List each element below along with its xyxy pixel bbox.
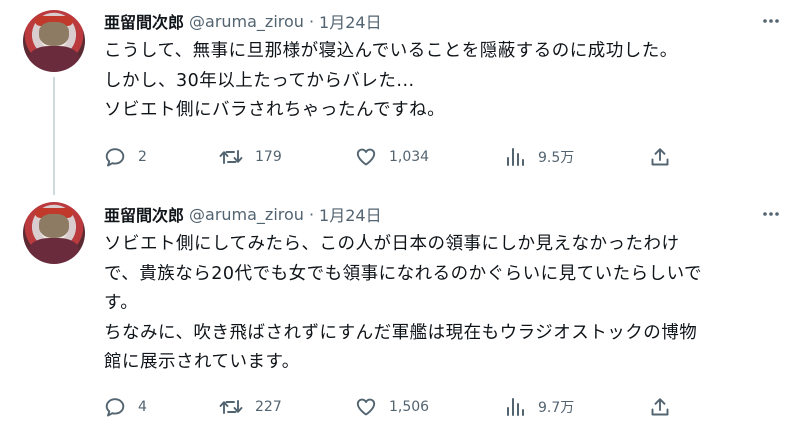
separator-dot: · (308, 11, 315, 31)
views-button[interactable]: 9.7万 (504, 396, 574, 418)
retweet-icon (219, 150, 243, 164)
tweet-actions: 2 179 1,034 9.5万 (104, 146, 704, 168)
avatar[interactable] (23, 10, 85, 72)
display-name[interactable]: 亜留間次郎 (104, 9, 184, 33)
retweet-icon (219, 400, 243, 414)
display-name[interactable]: 亜留間次郎 (104, 202, 184, 226)
user-handle[interactable]: @aruma_zirou (189, 205, 304, 224)
like-count: 1,506 (389, 399, 430, 415)
avatar-face-shape (39, 22, 69, 46)
more-options-button[interactable] (758, 204, 784, 224)
retweet-button[interactable]: 179 (219, 146, 282, 168)
user-handle[interactable]: @aruma_zirou (189, 12, 304, 31)
reply-button[interactable]: 4 (104, 396, 147, 418)
views-count: 9.5万 (538, 150, 575, 166)
reply-count: 4 (138, 399, 147, 415)
retweet-button[interactable]: 227 (219, 396, 282, 418)
separator-dot: · (308, 204, 315, 224)
views-button[interactable]: 9.5万 (504, 146, 574, 168)
avatar-face-shape (39, 214, 69, 238)
tweet-header: 亜留間次郎 @aruma_zirou · 1月24日 (104, 202, 382, 226)
reply-button[interactable]: 2 (104, 146, 147, 168)
share-button[interactable] (649, 396, 671, 418)
tweet-text: ソビエト側にしてみたら、この人が日本の領事にしか見えなかったわけ で、貴族なら2… (104, 234, 703, 372)
tweet-actions: 4 227 1,506 9.7万 (104, 396, 704, 418)
share-button[interactable] (649, 146, 671, 168)
avatar[interactable] (23, 202, 85, 264)
tweet-date[interactable]: 1月24日 (319, 202, 382, 226)
tweet-date[interactable]: 1月24日 (319, 9, 382, 33)
tweet-text: こうして、無事に旦那様が寝込んでいることを隠蔽するのに成功した。 しかし、30年… (104, 41, 678, 120)
avatar-suit-shape (29, 238, 79, 264)
tweet-1[interactable]: 亜留間次郎 @aruma_zirou · 1月24日 こうして、無事に旦那様が寝… (0, 0, 796, 197)
tweet-header: 亜留間次郎 @aruma_zirou · 1月24日 (104, 9, 382, 33)
more-horizontal-icon (763, 212, 779, 216)
thread-connector (53, 77, 55, 195)
share-icon (651, 398, 669, 416)
like-button[interactable]: 1,506 (355, 396, 429, 418)
more-options-button[interactable] (758, 11, 784, 31)
share-icon (651, 148, 669, 166)
views-count: 9.7万 (538, 400, 575, 416)
like-button[interactable]: 1,034 (355, 146, 429, 168)
tweet-2[interactable]: 亜留間次郎 @aruma_zirou · 1月24日 ソビエト側にしてみたら、こ… (0, 197, 796, 424)
retweet-count: 179 (255, 149, 282, 165)
heart-icon (356, 398, 376, 416)
reply-icon (105, 398, 125, 417)
retweet-count: 227 (255, 399, 282, 415)
reply-icon (105, 148, 125, 167)
avatar-suit-shape (29, 46, 79, 72)
views-chart-icon (507, 398, 524, 416)
heart-icon (356, 148, 376, 166)
like-count: 1,034 (389, 149, 430, 165)
more-horizontal-icon (763, 19, 779, 23)
views-chart-icon (507, 148, 524, 166)
reply-count: 2 (138, 149, 147, 165)
